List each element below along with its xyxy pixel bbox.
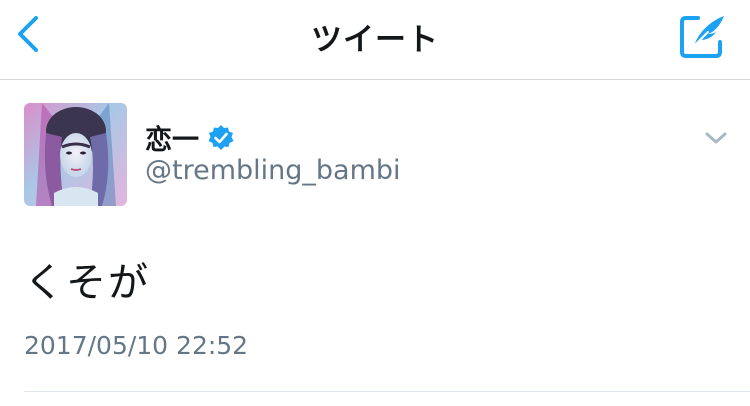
chevron-down-icon [705, 132, 727, 144]
compose-tweet-button[interactable] [678, 12, 728, 58]
author-handle[interactable]: @trembling_bambi [145, 155, 401, 186]
verified-badge-icon [207, 124, 235, 152]
tweet-text: くそが [24, 260, 150, 306]
avatar[interactable] [24, 103, 127, 206]
navigation-bar: ツイート [0, 0, 750, 80]
page-title: ツイート [311, 22, 439, 58]
avatar-image [24, 103, 127, 206]
author-name-row[interactable]: 恋一 [145, 118, 235, 157]
tweet-timestamp: 2017/05/10 22:52 [24, 331, 249, 360]
divider [24, 391, 750, 392]
compose-tweet-icon [680, 16, 724, 58]
tweet-options-button[interactable] [703, 128, 729, 148]
author-display-name: 恋一 [145, 125, 199, 156]
